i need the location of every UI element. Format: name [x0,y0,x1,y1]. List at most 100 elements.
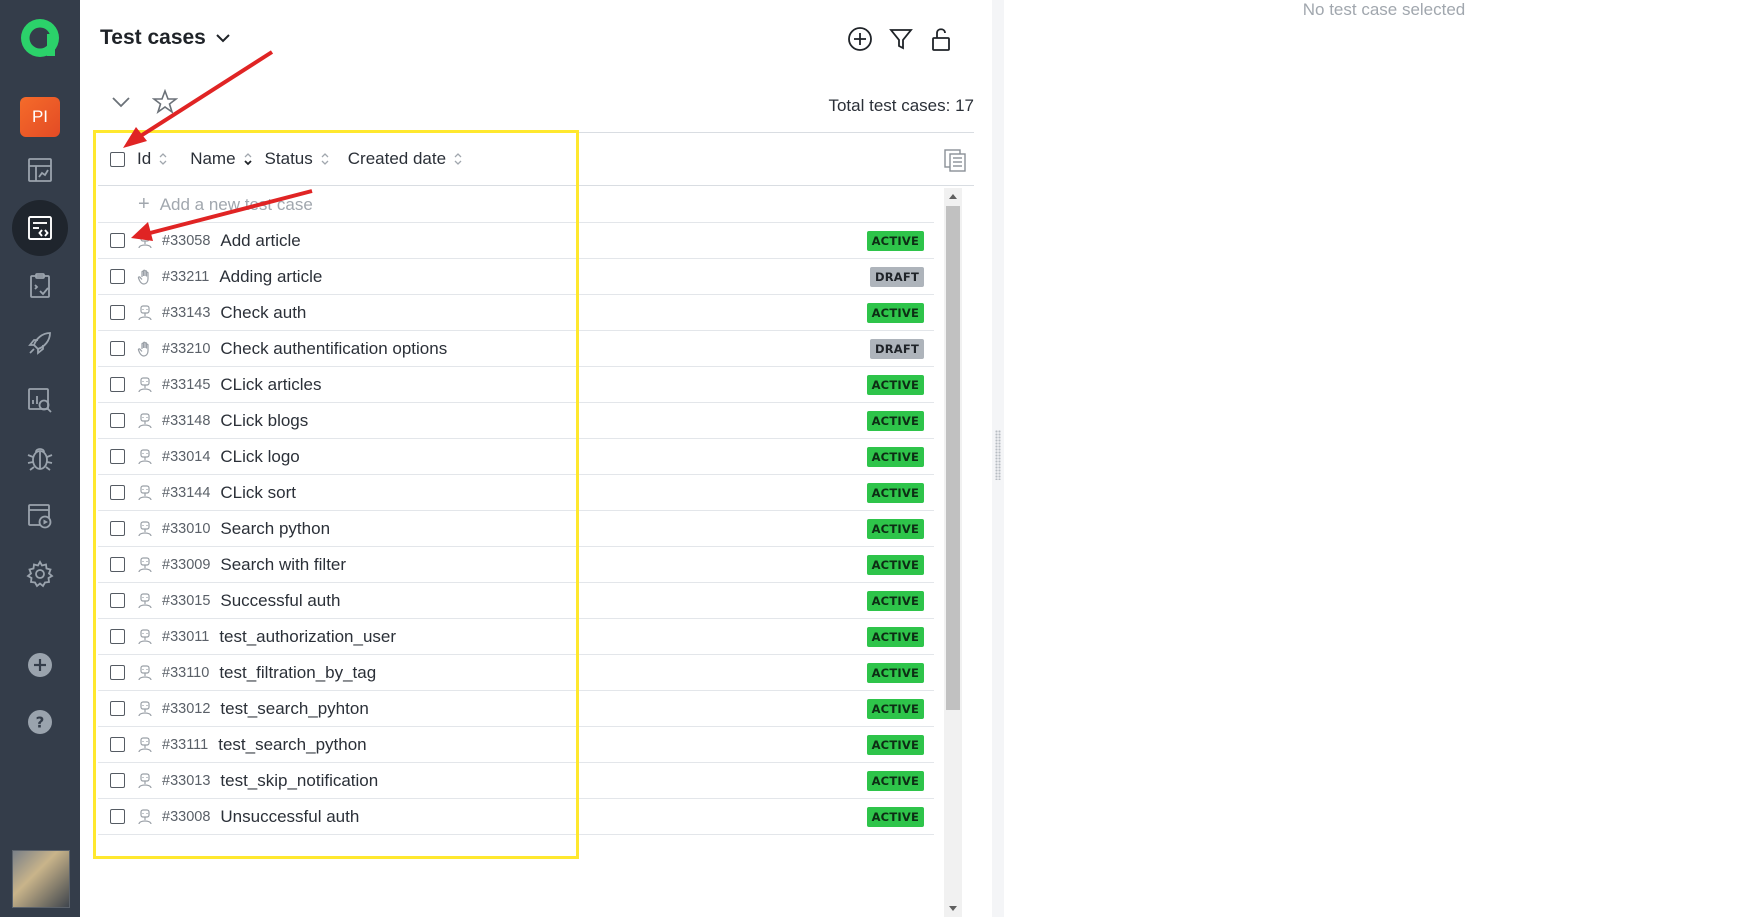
table-row[interactable]: #33058 Add article ACTIVE [98,223,934,259]
table-row[interactable]: #33143 Check auth ACTIVE [98,295,934,331]
row-checkbox[interactable] [110,269,125,284]
test-case-name[interactable]: Unsuccessful auth [220,807,359,827]
test-case-name[interactable]: Successful auth [220,591,340,611]
sidebar-item-settings[interactable] [12,546,68,602]
table-row[interactable]: #33009 Search with filter ACTIVE [98,547,934,583]
table-row[interactable]: #33144 CLick sort ACTIVE [98,475,934,511]
test-case-name[interactable]: test_skip_notification [220,771,378,791]
row-checkbox[interactable] [110,449,125,464]
column-id[interactable]: Id [137,149,168,169]
row-checkbox[interactable] [110,665,125,680]
row-checkbox[interactable] [110,701,125,716]
row-checkbox[interactable] [110,413,125,428]
row-checkbox[interactable] [110,521,125,536]
test-case-name[interactable]: Search python [220,519,330,539]
sidebar-item-defects[interactable] [12,430,68,486]
page-title-dropdown[interactable]: Test cases [100,26,232,50]
table-row[interactable]: #33013 test_skip_notification ACTIVE [98,763,934,799]
status-badge: ACTIVE [866,734,924,755]
column-name[interactable]: Name [190,149,252,169]
test-case-id: #33014 [162,448,211,465]
test-case-name[interactable]: Check auth [220,303,306,323]
column-settings-icon[interactable] [942,147,968,173]
test-case-list-panel: Test cases Total test cases: 17 Id Name … [80,0,994,917]
row-checkbox[interactable] [110,485,125,500]
project-avatar[interactable]: PI [20,97,60,137]
table-row[interactable]: #33210 Check authentification options DRAF… [98,331,934,367]
row-checkbox[interactable] [110,629,125,644]
create-button[interactable] [12,637,68,693]
sidebar-item-jobs[interactable] [12,488,68,544]
test-case-id: #33008 [162,808,211,825]
scroll-down-arrow[interactable] [949,906,957,911]
table-row[interactable]: #33011 test_authorization_user ACTIVE [98,619,934,655]
test-case-list: #33058 Add article ACTIVE #33211 Adding arti… [98,223,934,835]
test-case-name[interactable]: Search with filter [220,555,346,575]
sidebar-item-launches[interactable] [12,315,68,371]
dashboard-icon [28,158,52,182]
table-row[interactable]: #33110 test_filtration_by_tag ACTIVE [98,655,934,691]
scrollbar-thumb[interactable] [946,206,960,710]
row-checkbox[interactable] [110,773,125,788]
lock-button[interactable] [926,24,956,54]
column-created-date[interactable]: Created date [348,149,463,169]
table-row[interactable]: #33145 CLick articles ACTIVE [98,367,934,403]
automated-robot-icon [136,556,154,574]
test-case-id: #33009 [162,556,211,573]
panel-resize-handle[interactable] [992,0,1004,917]
select-all-checkbox[interactable] [110,151,125,167]
test-case-name[interactable]: test_search_python [218,735,366,755]
row-checkbox[interactable] [110,377,125,392]
table-row[interactable]: #33111 test_search_python ACTIVE [98,727,934,763]
table-row[interactable]: #33014 CLick logo ACTIVE [98,439,934,475]
test-case-name[interactable]: CLick logo [220,447,299,467]
table-row[interactable]: #33211 Adding article DRAFT [98,259,934,295]
table-row[interactable]: #33010 Search python ACTIVE [98,511,934,547]
table-row[interactable]: #33012 test_search_pyhton ACTIVE [98,691,934,727]
row-checkbox[interactable] [110,737,125,752]
scroll-up-arrow[interactable] [949,194,957,199]
gear-icon [26,560,54,588]
column-created-date-label: Created date [347,149,447,168]
test-case-name[interactable]: Add article [220,231,300,251]
help-button[interactable]: ? [12,694,68,750]
column-id-label: Id [137,149,152,168]
add-test-case-input[interactable]: + Add a new test case [98,187,934,223]
sidebar-item-test-plans[interactable] [12,258,68,314]
app-logo-icon[interactable] [18,16,62,60]
sidebar-item-analytics[interactable] [12,372,68,428]
test-case-name[interactable]: CLick articles [220,375,321,395]
test-case-name[interactable]: Check authentification options [220,339,447,359]
filter-button[interactable] [886,24,916,54]
test-case-name[interactable]: Adding article [219,267,322,287]
user-avatar[interactable] [12,850,70,908]
filter-icon [889,29,913,50]
status-badge: ACTIVE [866,446,924,467]
add-test-case-button[interactable] [845,24,875,54]
test-case-name[interactable]: CLick sort [220,483,296,503]
star-icon[interactable] [152,89,178,115]
sidebar-item-test-cases[interactable] [12,200,68,256]
test-case-detail-panel: No test case selected [1004,0,1764,917]
row-checkbox[interactable] [110,557,125,572]
test-case-name[interactable]: test_filtration_by_tag [219,663,376,683]
bug-icon [27,448,53,471]
test-case-name[interactable]: CLick blogs [220,411,308,431]
sidebar-item-dashboards[interactable] [12,142,68,198]
row-checkbox[interactable] [110,809,125,824]
test-case-name[interactable]: test_authorization_user [219,627,396,647]
column-status[interactable]: Status [265,149,330,169]
plus-icon: + [138,193,150,215]
collapse-chevron-icon[interactable] [110,91,132,113]
status-badge: ACTIVE [866,482,924,503]
table-row[interactable]: #33015 Successful auth ACTIVE [98,583,934,619]
row-checkbox[interactable] [110,233,125,248]
table-row[interactable]: #33148 CLick blogs ACTIVE [98,403,934,439]
test-case-name[interactable]: test_search_pyhton [220,699,368,719]
row-checkbox[interactable] [110,341,125,356]
scrollbar[interactable] [944,188,962,917]
row-checkbox[interactable] [110,305,125,320]
table-row[interactable]: #33008 Unsuccessful auth ACTIVE [98,799,934,835]
automated-robot-icon [136,772,154,790]
row-checkbox[interactable] [110,593,125,608]
